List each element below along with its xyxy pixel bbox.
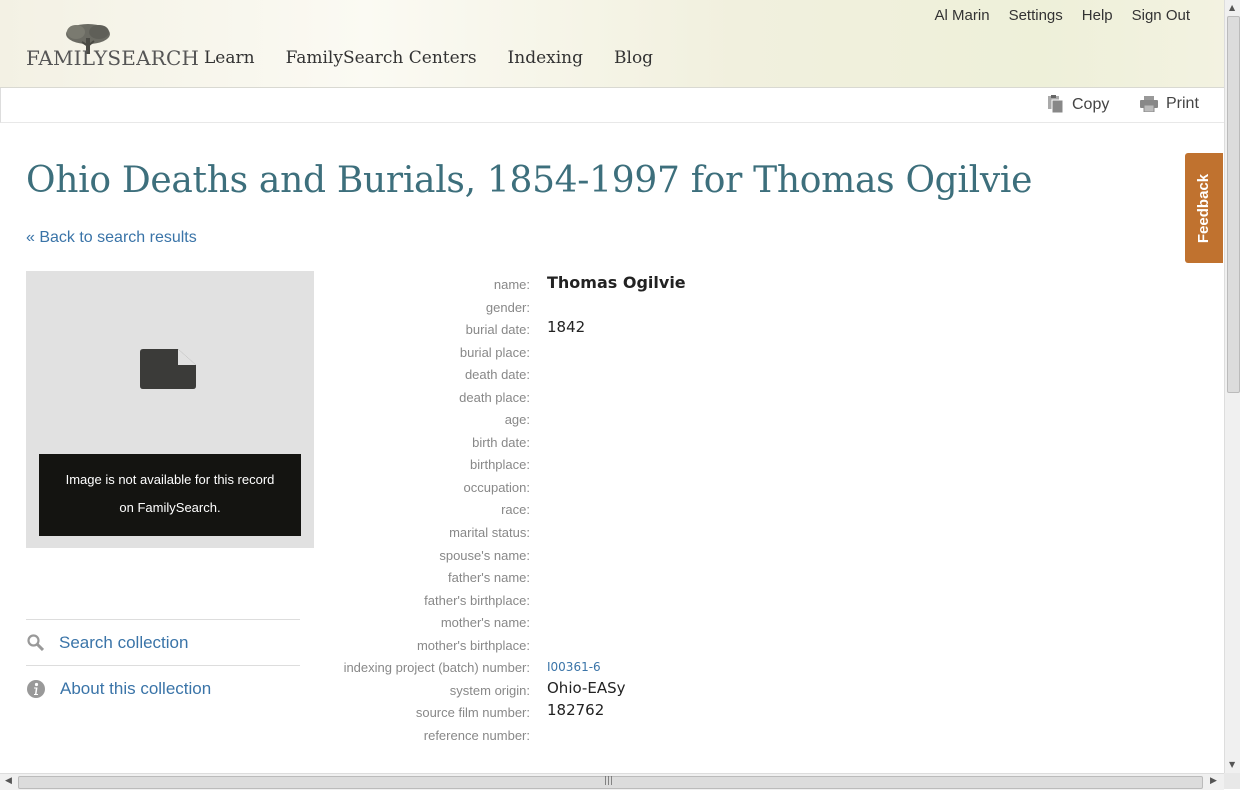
user-name-link[interactable]: Al Marin (935, 7, 990, 24)
info-icon (27, 679, 45, 698)
record-field-label: spouse's name: (439, 547, 530, 563)
record-field-label: reference number: (423, 727, 530, 743)
record-field-label: indexing project (batch) number: (343, 660, 530, 676)
record-row: name: Thomas Ogilvie (300, 272, 900, 295)
record-row: death place: (300, 385, 900, 408)
record-row: mother's name: (300, 610, 900, 633)
image-unavailable-message: Image is not available for this record o… (39, 454, 301, 536)
feedback-tab[interactable]: Feedback (1185, 153, 1223, 263)
record-field-value: 182762 (547, 701, 605, 720)
record-field-label: birth date: (472, 434, 530, 450)
scroll-up-arrow[interactable]: ▲ (1229, 3, 1235, 12)
record-row: birth date: (300, 430, 900, 453)
record-field-label: mother's name: (440, 615, 530, 631)
record-field-label: father's birthplace: (424, 592, 530, 608)
back-to-search-results-link[interactable]: « Back to search results (26, 229, 197, 247)
scroll-right-arrow[interactable]: ▶ (1210, 776, 1217, 786)
record-field-label: age: (504, 412, 530, 428)
nav-familysearch-centers[interactable]: FamilySearch Centers (286, 48, 477, 68)
scroll-grip-icon: ||| (604, 776, 614, 786)
copy-button[interactable]: Copy (1047, 95, 1109, 114)
record-row: indexing project (batch) number: I00361-6 (300, 655, 900, 678)
record-row: burial place: (300, 340, 900, 363)
record-row: gender: (300, 295, 900, 318)
familysearch-logo[interactable]: FAMILYSEARCH (26, 22, 199, 70)
record-field-label: burial date: (465, 322, 530, 338)
record-toolbar: Copy Print (0, 88, 1225, 123)
scroll-down-arrow[interactable]: ▼ (1229, 760, 1235, 769)
print-button[interactable]: Print (1140, 95, 1199, 113)
site-header: FAMILYSEARCH Learn FamilySearch Centers … (0, 0, 1224, 88)
record-field-label: source film number: (415, 705, 530, 721)
record-field-label: marital status: (449, 525, 530, 541)
horizontal-scroll-thumb[interactable]: ||| (18, 776, 1203, 789)
record-row: burial date: 1842 (300, 317, 900, 340)
record-row: birthplace: (300, 452, 900, 475)
record-field-label: system origin: (449, 682, 530, 698)
record-row: death date: (300, 362, 900, 385)
main-nav: Learn FamilySearch Centers Indexing Blog (204, 48, 684, 68)
search-collection-label: Search collection (59, 632, 189, 652)
help-link[interactable]: Help (1082, 7, 1113, 24)
record-field-label: race: (501, 502, 530, 518)
record-field-value: Thomas Ogilvie (547, 273, 686, 292)
user-nav: Al Marin Settings Help Sign Out (916, 7, 1190, 24)
copy-label: Copy (1072, 95, 1110, 113)
record-row: marital status: (300, 520, 900, 543)
record-row: occupation: (300, 475, 900, 498)
record-row: source film number: 182762 (300, 700, 900, 723)
record-image-placeholder: Image is not available for this record o… (26, 271, 314, 548)
scrollbar-corner (1224, 773, 1240, 789)
record-field-label: mother's birthplace: (416, 637, 530, 653)
batch-number-link[interactable]: I00361-6 (547, 660, 601, 674)
printer-icon (1140, 96, 1158, 112)
record-details: name: Thomas Ogilvie gender: burial date: 18… (300, 272, 900, 745)
record-field-label: death date: (464, 367, 530, 383)
document-icon (140, 349, 196, 389)
nav-learn[interactable]: Learn (204, 48, 255, 68)
record-field-label: burial place: (459, 344, 530, 360)
record-field-label: gender: (485, 299, 530, 315)
about-collection-link[interactable]: About this collection (26, 665, 300, 711)
vertical-scroll-thumb[interactable] (1227, 16, 1240, 393)
image-message-line-1: Image is not available for this record (65, 472, 275, 487)
horizontal-scrollbar[interactable]: ◀ ||| ▶ (0, 773, 1224, 790)
copy-icon (1048, 95, 1064, 114)
record-row: race: (300, 497, 900, 520)
settings-link[interactable]: Settings (1009, 7, 1063, 24)
image-message-line-2: on FamilySearch. (119, 500, 221, 515)
page-title: Ohio Deaths and Burials, 1854-1997 for T… (26, 160, 1033, 201)
record-field-label: birthplace: (470, 457, 530, 473)
about-collection-label: About this collection (60, 678, 212, 698)
record-field-label: occupation: (463, 479, 531, 495)
search-icon (27, 634, 44, 651)
nav-indexing[interactable]: Indexing (508, 48, 583, 68)
record-field-label: death place: (459, 389, 530, 405)
record-field-value: Ohio-EASy (547, 678, 626, 697)
vertical-scrollbar[interactable]: ▲ ▼ (1224, 0, 1240, 773)
record-row: father's birthplace: (300, 588, 900, 611)
record-row: mother's birthplace: (300, 633, 900, 656)
logo-text: FAMILYSEARCH (26, 46, 200, 70)
record-row: spouse's name: (300, 543, 900, 566)
search-collection-link[interactable]: Search collection (26, 619, 300, 665)
scroll-left-arrow[interactable]: ◀ (5, 776, 12, 786)
record-row: age: (300, 407, 900, 430)
record-row: father's name: (300, 565, 900, 588)
record-field-label: name: (493, 277, 530, 292)
nav-blog[interactable]: Blog (614, 48, 653, 68)
sign-out-link[interactable]: Sign Out (1132, 7, 1190, 24)
print-label: Print (1166, 95, 1199, 112)
record-field-value: 1842 (547, 318, 586, 337)
feedback-label: Feedback (1195, 173, 1213, 243)
record-row: system origin: Ohio-EASy (300, 678, 900, 701)
record-row: reference number: (300, 723, 900, 746)
record-field-label: father's name: (448, 570, 530, 586)
